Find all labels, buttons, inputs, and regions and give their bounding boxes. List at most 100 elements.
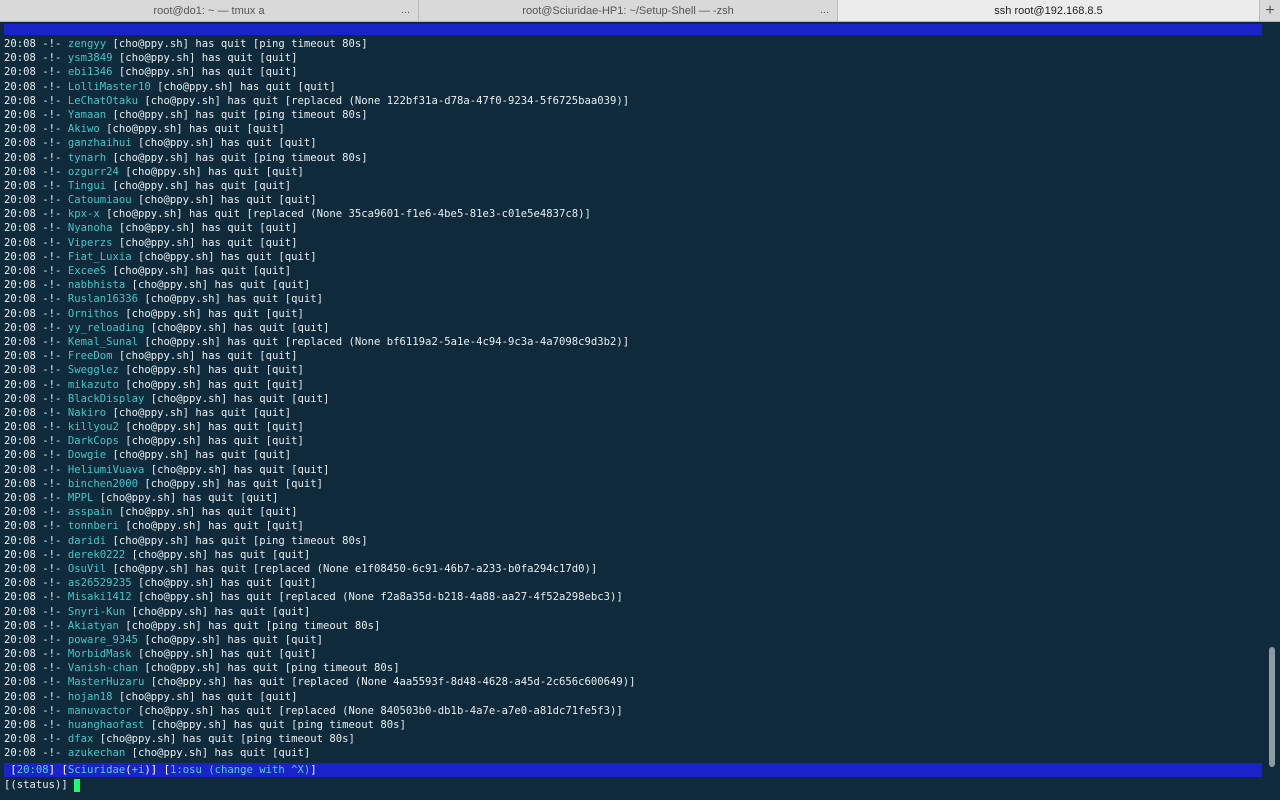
log-reason: quit bbox=[297, 392, 324, 405]
log-line: 20:08 -!- MorbidMask [cho@ppy.sh] has qu… bbox=[4, 648, 317, 661]
log-nick: derek0222 bbox=[67, 548, 126, 561]
log-reason: ping timeout 80s bbox=[259, 534, 362, 547]
log-arrow: -!- bbox=[42, 307, 62, 320]
log-nick: BlackDisplay bbox=[67, 392, 145, 405]
log-host: cho@ppy.sh bbox=[118, 534, 183, 547]
log-reason: quit bbox=[284, 648, 311, 661]
log-line: 20:08 -!- manuvactor [cho@ppy.sh] has qu… bbox=[4, 704, 623, 717]
terminal-tab-bar: root@do1: ~ — tmux a ... root@Sciuridae-… bbox=[0, 0, 1280, 22]
log-time: 20:08 bbox=[4, 222, 36, 235]
log-reason: quit bbox=[265, 52, 292, 65]
log-time: 20:08 bbox=[4, 577, 36, 590]
log-nick: DarkCops bbox=[67, 435, 119, 448]
log-time: 20:08 bbox=[4, 520, 36, 533]
irc-topic-bar bbox=[4, 24, 1262, 35]
log-line: 20:08 -!- LeChatOtaku [cho@ppy.sh] has q… bbox=[4, 94, 630, 107]
tab-more-icon[interactable]: ... bbox=[401, 4, 410, 16]
log-line: 20:08 -!- derek0222 [cho@ppy.sh] has qui… bbox=[4, 548, 311, 561]
log-line: 20:08 -!- Viperzs [cho@ppy.sh] has quit … bbox=[4, 236, 298, 249]
log-arrow: -!- bbox=[42, 449, 62, 462]
status-nick: Sciuridae bbox=[67, 764, 126, 776]
log-reason: replaced (None 4aa5593f-8d48-4628-a45d-2… bbox=[297, 676, 630, 689]
log-reason: quit bbox=[297, 463, 324, 476]
log-line: 20:08 -!- Misaki1412 [cho@ppy.sh] has qu… bbox=[4, 591, 623, 604]
log-reason: quit bbox=[259, 179, 285, 192]
log-time: 20:08 bbox=[4, 463, 36, 476]
log-reason: quit bbox=[265, 350, 292, 363]
log-host: cho@ppy.sh bbox=[157, 463, 221, 476]
scrollbar-thumb[interactable] bbox=[1269, 647, 1275, 767]
log-reason: replaced (None 122bf31a-d78a-47f0-9234-5… bbox=[291, 94, 623, 107]
log-line: 20:08 -!- MPPL [cho@ppy.sh] has quit [qu… bbox=[4, 492, 279, 504]
log-nick: as26529235 bbox=[67, 577, 132, 590]
log-arrow: -!- bbox=[42, 335, 62, 348]
log-reason: quit bbox=[278, 548, 304, 561]
log-reason: replaced (None 840503b0-db1b-4a7e-a7e0-a… bbox=[284, 704, 617, 717]
log-action: has quit bbox=[227, 477, 279, 490]
log-nick: Ruslan16336 bbox=[67, 293, 138, 306]
log-action: has quit bbox=[195, 108, 247, 121]
tab-tmux[interactable]: root@do1: ~ — tmux a ... bbox=[0, 0, 419, 21]
log-action: has quit bbox=[182, 492, 234, 504]
log-time: 20:08 bbox=[4, 662, 36, 675]
log-reason: quit bbox=[259, 449, 285, 462]
log-time: 20:08 bbox=[4, 38, 36, 50]
log-action: has quit bbox=[189, 208, 241, 221]
log-nick: ysm3849 bbox=[67, 52, 113, 65]
log-arrow: -!- bbox=[42, 506, 62, 519]
log-action: has quit bbox=[201, 506, 253, 519]
log-arrow: -!- bbox=[42, 633, 62, 646]
log-reason: quit bbox=[265, 236, 292, 249]
tab-more-icon[interactable]: ... bbox=[820, 4, 829, 16]
input-line[interactable]: [(status)] bbox=[4, 778, 80, 792]
log-action: has quit bbox=[227, 662, 279, 675]
log-nick: zengyy bbox=[67, 38, 107, 50]
log-host: cho@ppy.sh bbox=[125, 690, 190, 703]
log-host: cho@ppy.sh bbox=[131, 307, 196, 320]
log-reason: replaced (None f2a8a35d-b218-4a88-aa27-4… bbox=[284, 591, 617, 604]
log-arrow: -!- bbox=[42, 520, 62, 533]
log-nick: ozgurr24 bbox=[67, 165, 119, 178]
status-window: 1:osu bbox=[169, 764, 202, 776]
log-action: has quit bbox=[220, 250, 272, 263]
log-host: cho@ppy.sh bbox=[112, 208, 177, 221]
log-time: 20:08 bbox=[4, 704, 36, 717]
log-action: has quit bbox=[214, 279, 266, 292]
log-time: 20:08 bbox=[4, 80, 36, 93]
log-action: has quit bbox=[220, 137, 272, 150]
log-nick: LeChatOtaku bbox=[67, 94, 138, 107]
log-action: has quit bbox=[214, 605, 266, 618]
log-line: 20:08 -!- dfax [cho@ppy.sh] has quit [pi… bbox=[4, 733, 355, 746]
log-host: cho@ppy.sh bbox=[150, 335, 215, 348]
log-time: 20:08 bbox=[4, 633, 36, 646]
log-line: 20:08 -!- Yamaan [cho@ppy.sh] has quit [… bbox=[4, 108, 368, 121]
log-reason: quit bbox=[271, 520, 298, 533]
tab-ssh-active[interactable]: ssh root@192.168.8.5 bbox=[838, 0, 1260, 21]
log-nick: mikazuto bbox=[67, 378, 119, 391]
log-arrow: -!- bbox=[42, 421, 62, 434]
log-host: cho@ppy.sh bbox=[125, 350, 190, 363]
log-arrow: -!- bbox=[42, 648, 62, 661]
log-arrow: -!- bbox=[42, 137, 62, 150]
tab-title: root@do1: ~ — tmux a bbox=[153, 4, 265, 17]
log-nick: Swegglez bbox=[67, 364, 119, 377]
tab-zsh[interactable]: root@Sciuridae-HP1: ~/Setup-Shell — -zsh… bbox=[419, 0, 838, 21]
log-host: cho@ppy.sh bbox=[150, 94, 215, 107]
log-action: has quit bbox=[208, 364, 260, 377]
log-time: 20:08 bbox=[4, 179, 36, 192]
new-tab-plus-icon[interactable]: + bbox=[1260, 0, 1280, 21]
log-reason: quit bbox=[271, 435, 298, 448]
log-nick: Vanish-chan bbox=[67, 662, 138, 675]
log-line: 20:08 -!- HeliumiVuava [cho@ppy.sh] has … bbox=[4, 463, 330, 476]
log-action: has quit bbox=[220, 577, 272, 590]
irc-log: 20:08 -!- zengyy [cho@ppy.sh] has quit [… bbox=[4, 37, 636, 761]
log-reason: quit bbox=[291, 633, 317, 646]
terminal-pane[interactable]: 20:08 -!- zengyy [cho@ppy.sh] has quit [… bbox=[0, 22, 1280, 800]
terminal-scrollbar[interactable] bbox=[1266, 22, 1280, 800]
log-action: has quit bbox=[201, 236, 253, 249]
log-line: 20:08 -!- zengyy [cho@ppy.sh] has quit [… bbox=[4, 38, 368, 50]
log-nick: asspain bbox=[67, 506, 113, 519]
tab-title: root@Sciuridae-HP1: ~/Setup-Shell — -zsh bbox=[522, 4, 734, 17]
log-time: 20:08 bbox=[4, 747, 36, 760]
log-time: 20:08 bbox=[4, 236, 36, 249]
